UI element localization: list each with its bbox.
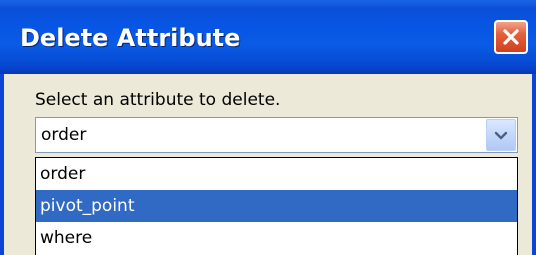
close-button[interactable] xyxy=(494,20,528,54)
window-frame-left xyxy=(0,74,4,255)
combobox-selected-value: order xyxy=(41,125,87,145)
attribute-combobox[interactable]: order xyxy=(35,117,518,153)
attribute-dropdown-list[interactable]: order pivot_point where xyxy=(35,157,518,255)
dialog-title: Delete Attribute xyxy=(20,24,241,52)
close-icon xyxy=(501,27,521,47)
option-order[interactable]: order xyxy=(36,158,517,190)
option-pivot-point[interactable]: pivot_point xyxy=(36,190,517,222)
dropdown-button[interactable] xyxy=(486,119,516,151)
title-bar[interactable]: Delete Attribute xyxy=(0,0,536,74)
option-where[interactable]: where xyxy=(36,222,517,254)
window-frame-right xyxy=(532,74,536,255)
delete-attribute-dialog: Delete Attribute Select an attribute to … xyxy=(0,0,536,255)
chevron-down-icon xyxy=(494,126,508,145)
prompt-label: Select an attribute to delete. xyxy=(35,90,281,110)
